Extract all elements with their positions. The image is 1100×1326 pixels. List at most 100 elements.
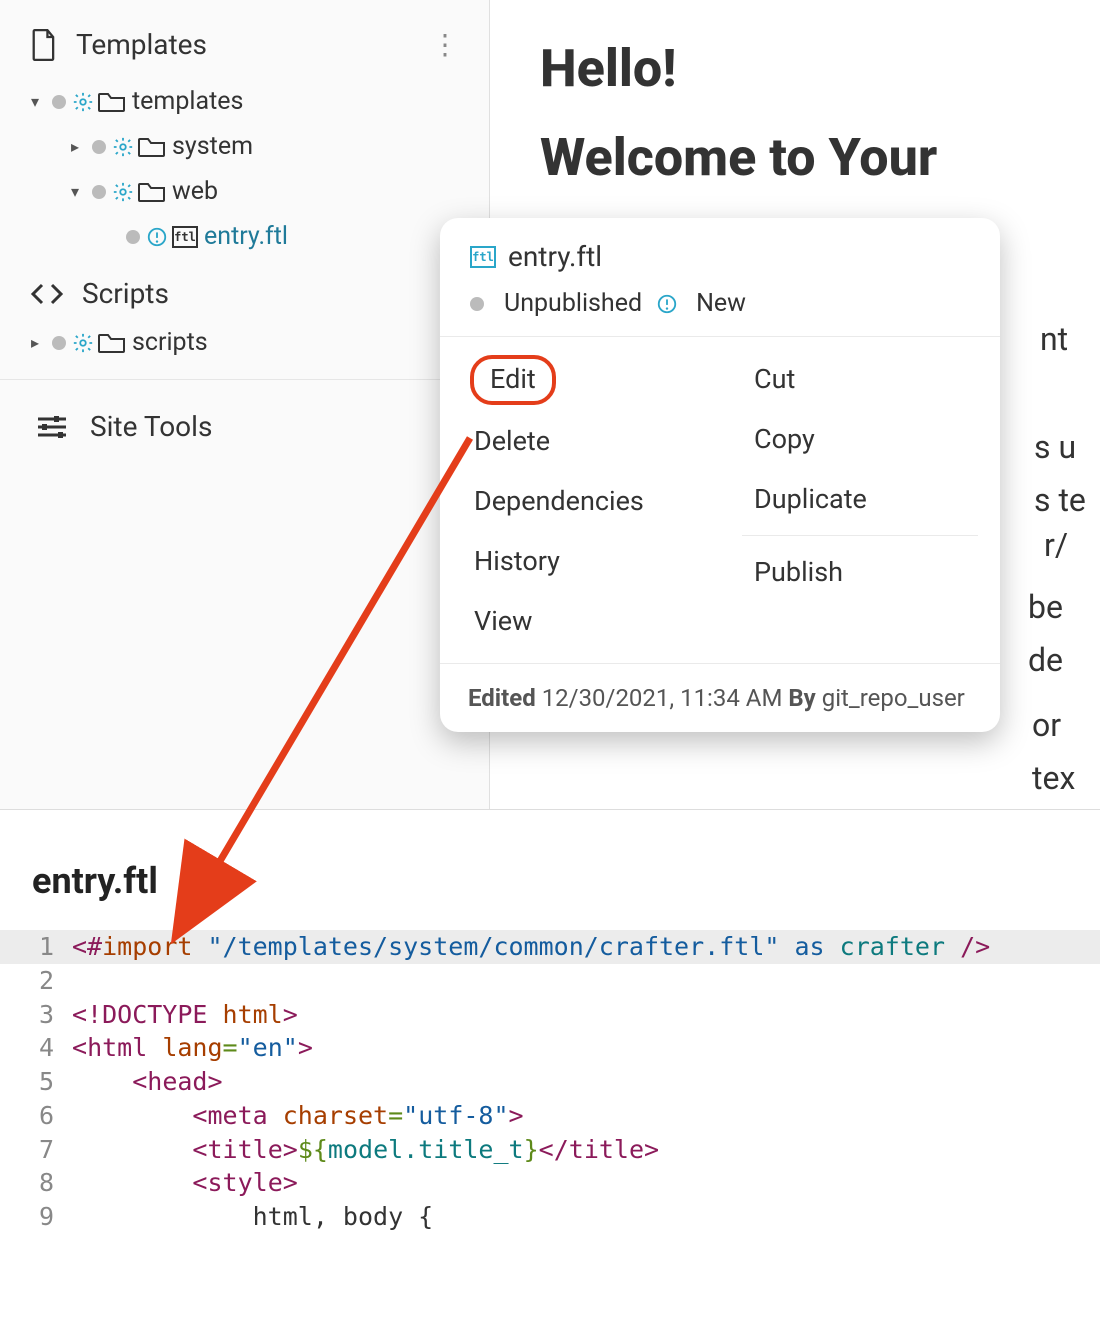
footer-edited-label: Edited — [468, 684, 536, 712]
tree-item-label: web — [172, 177, 218, 206]
gear-icon — [112, 136, 134, 158]
chevron-down-icon[interactable]: ▾ — [64, 182, 86, 201]
ftl-file-icon: ftl — [172, 226, 198, 248]
footer-by-label: By — [788, 684, 815, 712]
code-line[interactable]: 8 <style> — [0, 1166, 1100, 1200]
code-content[interactable]: <meta charset="utf-8"> — [72, 1099, 524, 1133]
menu-item-delete[interactable]: Delete — [440, 411, 720, 471]
line-number: 2 — [0, 964, 72, 998]
menu-item-copy[interactable]: Copy — [720, 409, 1000, 469]
scripts-label: Scripts — [82, 277, 169, 310]
code-line[interactable]: 9 html, body { — [0, 1200, 1100, 1234]
alert-icon — [656, 293, 678, 315]
tree-item-entry-ftl[interactable]: ftl entry.ftl — [0, 214, 489, 259]
tree-item-label: system — [172, 132, 253, 161]
context-menu-filename: entry.ftl — [508, 240, 602, 273]
line-number: 8 — [0, 1166, 72, 1200]
footer-timestamp: 12/30/2021, 11:34 AM — [542, 684, 783, 712]
context-menu-col-left: Edit Delete Dependencies History View — [440, 337, 720, 663]
menu-item-duplicate[interactable]: Duplicate — [720, 469, 1000, 529]
more-menu-icon[interactable]: ⋮ — [423, 28, 467, 61]
code-line[interactable]: 2 — [0, 964, 1100, 998]
code-line[interactable]: 3<!DOCTYPE html> — [0, 998, 1100, 1032]
editor-pane: entry.ftl 1<#import "/templates/system/c… — [0, 810, 1100, 1326]
code-icon — [30, 281, 64, 307]
line-number: 9 — [0, 1200, 72, 1234]
tree-item-label: templates — [132, 87, 243, 116]
context-menu-header: ftl entry.ftl Unpublished New — [440, 218, 1000, 336]
tree-item-system[interactable]: ▸ system — [0, 124, 489, 169]
ftl-file-icon: ftl — [470, 246, 496, 268]
code-line[interactable]: 5 <head> — [0, 1065, 1100, 1099]
alert-icon — [146, 226, 168, 248]
menu-item-dependencies[interactable]: Dependencies — [440, 471, 720, 531]
code-line[interactable]: 1<#import "/templates/system/common/craf… — [0, 930, 1100, 964]
code-line[interactable]: 6 <meta charset="utf-8"> — [0, 1099, 1100, 1133]
line-number: 4 — [0, 1031, 72, 1065]
line-number: 1 — [0, 930, 72, 964]
code-content[interactable]: html, body { — [72, 1200, 433, 1234]
tree-item-templates[interactable]: ▾ templates — [0, 79, 489, 124]
line-number: 5 — [0, 1065, 72, 1099]
menu-item-history[interactable]: History — [440, 531, 720, 591]
status-unpublished: Unpublished — [504, 289, 642, 318]
tree-item-label: entry.ftl — [204, 222, 288, 251]
context-menu: ftl entry.ftl Unpublished New Edit Delet… — [440, 218, 1000, 732]
folder-icon — [138, 136, 166, 158]
folder-icon — [98, 91, 126, 113]
file-icon — [30, 29, 58, 61]
line-number: 3 — [0, 998, 72, 1032]
code-line[interactable]: 4<html lang="en"> — [0, 1031, 1100, 1065]
editor-filename: entry.ftl — [0, 846, 1100, 930]
gear-icon — [112, 181, 134, 203]
site-tools-row[interactable]: Site Tools › — [0, 386, 489, 467]
preview-body-fragment: or tex — [1032, 646, 1075, 804]
status-new: New — [696, 289, 746, 318]
line-number: 6 — [0, 1099, 72, 1133]
tree-item-label: scripts — [132, 328, 208, 357]
templates-section-header[interactable]: Templates ⋮ — [0, 10, 489, 79]
code-content[interactable]: <head> — [72, 1065, 223, 1099]
templates-tree: ▾ templates ▸ system — [0, 79, 489, 267]
tree-item-scripts[interactable]: ▸ scripts — [0, 320, 489, 365]
folder-icon — [98, 332, 126, 354]
gear-icon — [72, 332, 94, 354]
site-tools-label: Site Tools — [90, 410, 212, 443]
context-menu-body: Edit Delete Dependencies History View Cu… — [440, 336, 1000, 663]
code-content[interactable]: <style> — [72, 1166, 298, 1200]
sliders-icon — [36, 413, 68, 441]
scripts-section-header[interactable]: Scripts — [0, 267, 489, 320]
preview-heading-1: Hello! — [540, 38, 1100, 99]
menu-item-view[interactable]: View — [440, 591, 720, 651]
menu-item-cut[interactable]: Cut — [720, 349, 1000, 409]
code-content[interactable]: <!DOCTYPE html> — [72, 998, 298, 1032]
code-line[interactable]: 7 <title>${model.title_t}</title> — [0, 1133, 1100, 1167]
preview-heading-2: Welcome to Your — [540, 127, 1100, 188]
context-menu-footer: Edited 12/30/2021, 11:34 AM By git_repo_… — [440, 663, 1000, 732]
code-content[interactable]: <html lang="en"> — [72, 1031, 313, 1065]
chevron-right-icon[interactable]: ▸ — [24, 333, 46, 352]
status-dot — [52, 336, 66, 350]
scripts-tree: ▸ scripts — [0, 320, 489, 373]
status-dot — [470, 297, 484, 311]
code-editor[interactable]: 1<#import "/templates/system/common/craf… — [0, 930, 1100, 1234]
code-content[interactable]: <title>${model.title_t}</title> — [72, 1133, 659, 1167]
chevron-down-icon[interactable]: ▾ — [24, 92, 46, 111]
templates-label: Templates — [76, 28, 207, 61]
status-dot — [92, 140, 106, 154]
chevron-right-icon[interactable]: ▸ — [64, 137, 86, 156]
menu-item-publish[interactable]: Publish — [720, 542, 1000, 602]
status-dot — [126, 230, 140, 244]
folder-icon — [138, 181, 166, 203]
context-menu-col-right: Cut Copy Duplicate Publish — [720, 337, 1000, 663]
tree-item-web[interactable]: ▾ web — [0, 169, 489, 214]
status-dot — [92, 185, 106, 199]
footer-user: git_repo_user — [822, 684, 965, 712]
code-content[interactable]: <#import "/templates/system/common/craft… — [72, 930, 990, 964]
sidebar: Templates ⋮ ▾ templates ▸ — [0, 0, 490, 809]
menu-item-edit[interactable]: Edit — [470, 355, 556, 405]
line-number: 7 — [0, 1133, 72, 1167]
gear-icon — [72, 91, 94, 113]
preview-body-fragment: nt — [1040, 260, 1068, 366]
status-dot — [52, 95, 66, 109]
